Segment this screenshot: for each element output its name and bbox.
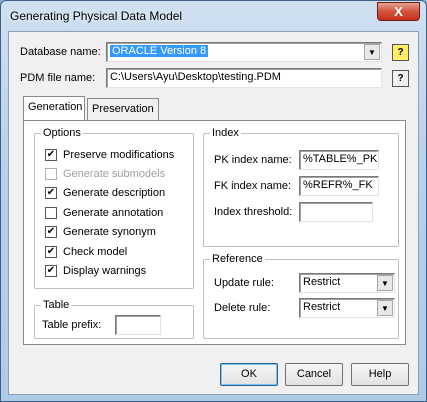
pk-index-name-input[interactable]: %TABLE%_PK [299, 150, 379, 170]
tab-preservation[interactable]: Preservation [87, 98, 159, 120]
table-group-title: Table [41, 299, 72, 311]
dialog-client-area: Database name: ORACLE Version 8 ▼ ? PDM … [8, 31, 419, 395]
delete-rule-label: Delete rule: [214, 302, 271, 314]
cancel-button[interactable]: Cancel [285, 363, 343, 386]
help-icon: ? [397, 47, 404, 58]
checkbox-label: Preserve modifications [63, 149, 175, 161]
reference-group-title: Reference [210, 253, 265, 265]
options-group-title: Options [41, 127, 83, 139]
index-group-title: Index [210, 127, 241, 139]
table-prefix-input[interactable] [115, 315, 161, 335]
help-button[interactable]: Help [351, 363, 409, 386]
delete-rule-dropdown[interactable]: Restrict ▼ [299, 298, 395, 318]
checkbox-label: Generate submodels [63, 168, 166, 180]
chevron-down-icon[interactable]: ▼ [377, 275, 393, 291]
chevron-down-icon[interactable]: ▼ [377, 300, 393, 316]
database-name-dropdown[interactable]: ORACLE Version 8 ▼ [106, 42, 382, 62]
update-rule-dropdown[interactable]: Restrict ▼ [299, 273, 395, 293]
table-group: Table Table prefix: [34, 299, 194, 339]
fk-index-name-input[interactable]: %REFR%_FK [299, 176, 379, 196]
pdm-file-help-button[interactable]: ? [392, 70, 409, 87]
checkbox-label: Generate annotation [63, 207, 164, 219]
ok-button[interactable]: OK [220, 363, 278, 386]
delete-rule-value: Restrict [303, 301, 341, 313]
title-bar[interactable]: Generating Physical Data Model X [1, 1, 426, 31]
chevron-down-icon[interactable]: ▼ [364, 44, 380, 60]
update-rule-value: Restrict [303, 276, 341, 288]
table-prefix-label: Table prefix: [42, 319, 102, 331]
checkbox-label: Check model [63, 246, 128, 258]
index-threshold-label: Index threshold: [214, 206, 293, 218]
index-threshold-input[interactable] [299, 202, 373, 222]
database-name-label: Database name: [20, 46, 101, 58]
dialog-window: Generating Physical Data Model X Databas… [0, 0, 427, 402]
pk-index-name-label: PK index name: [214, 154, 292, 166]
pdm-file-name-input[interactable]: C:\Users\Ayu\Desktop\testing.PDM [106, 68, 382, 88]
pdm-file-name-label: PDM file name: [20, 72, 96, 84]
checkbox-box [45, 168, 57, 180]
window-title: Generating Physical Data Model [10, 9, 183, 23]
update-rule-label: Update rule: [214, 277, 274, 289]
checkbox-label: Generate synonym [63, 226, 156, 238]
checkbox-check-icon: ✔ [45, 187, 57, 199]
checkbox-label: Generate description [63, 187, 166, 199]
database-name-value: ORACLE Version 8 [110, 45, 209, 57]
checkbox-check-icon: ✔ [45, 149, 57, 161]
fk-index-name-label: FK index name: [214, 180, 292, 192]
close-button[interactable]: X [377, 2, 420, 21]
checkbox-check-icon: ✔ [45, 226, 57, 238]
checkbox-check-icon: ✔ [45, 246, 57, 258]
tab-generation[interactable]: Generation [23, 96, 85, 120]
generation-tab-panel: Options ✔ Preserve modifications Generat… [23, 120, 406, 345]
checkbox-check-icon: ✔ [45, 265, 57, 277]
checkbox-label: Display warnings [63, 265, 147, 277]
checkbox-box [45, 207, 57, 219]
reference-group: Reference Update rule: Restrict ▼ Delete… [203, 253, 399, 339]
index-group: Index PK index name: %TABLE%_PK FK index… [203, 127, 399, 247]
database-help-button[interactable]: ? [392, 44, 409, 61]
help-icon: ? [397, 73, 404, 84]
options-group: Options ✔ Preserve modifications Generat… [34, 127, 194, 289]
